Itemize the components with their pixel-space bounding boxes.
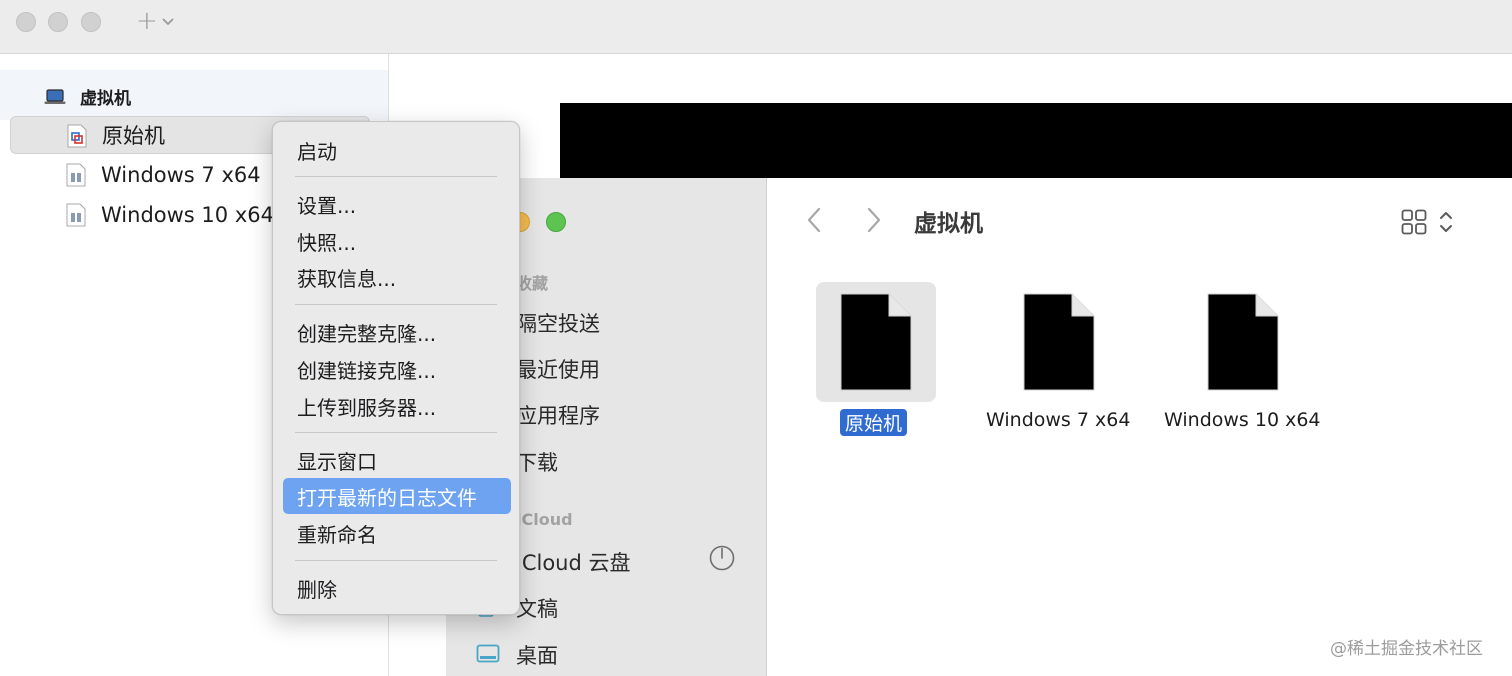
chevron-down-icon [162, 18, 174, 25]
sidebar-item-downloads[interactable]: 下载 [516, 447, 558, 477]
sync-progress-icon [709, 545, 735, 571]
menu-item-upload-to-server[interactable]: 上传到服务器... [283, 388, 511, 424]
menu-item-open-latest-log[interactable]: 打开最新的日志文件 [283, 478, 511, 514]
chevron-left-icon[interactable] [804, 206, 824, 234]
menu-item-linked-clone[interactable]: 创建链接克隆... [283, 351, 511, 387]
library-header[interactable]: 虚拟机 [44, 84, 131, 109]
menu-item-show-window[interactable]: 显示窗口 [283, 442, 511, 478]
laptop-icon [44, 88, 66, 104]
menu-item-full-clone[interactable]: 创建完整克隆... [283, 314, 511, 350]
document-file-icon [840, 293, 912, 391]
sidebar-item-applications[interactable]: 应用程序 [516, 400, 600, 430]
sidebar-item-recents[interactable]: 最近使用 [516, 354, 600, 384]
sidebar-section-icloud: iCloud [516, 510, 573, 529]
finder-zoom-button[interactable] [546, 212, 566, 232]
screen: + 虚拟机 原始机 Windows 7 x64 Windows 10 x64 收… [0, 0, 1512, 676]
close-window-button[interactable] [16, 12, 36, 32]
menu-item-delete[interactable]: 删除 [283, 570, 511, 606]
file-name: Windows 7 x64 [986, 409, 1131, 431]
vm-running-icon [67, 124, 87, 148]
vmware-titlebar: + [0, 0, 1512, 54]
file-item-original-vm[interactable]: 原始机 [816, 282, 936, 442]
file-item-windows-10[interactable]: Windows 10 x64 [1164, 282, 1321, 442]
chevron-up-down-icon[interactable] [1438, 209, 1454, 235]
grid-view-icon[interactable] [1401, 209, 1427, 235]
vm-document-icon [66, 163, 86, 187]
document-file-icon [1207, 293, 1279, 391]
library-header-label: 虚拟机 [80, 89, 131, 109]
menu-separator [295, 176, 497, 177]
menu-item-rename[interactable]: 重新命名 [283, 515, 511, 551]
menu-separator [295, 304, 497, 305]
sidebar-item-airdrop[interactable]: 隔空投送 [516, 308, 600, 338]
watermark: @稀土掘金技术社区 [1330, 639, 1483, 659]
add-vm-button[interactable]: + [136, 6, 174, 36]
vm-document-icon [66, 203, 86, 227]
minimize-window-button[interactable] [48, 12, 68, 32]
finder-folder-title: 虚拟机 [914, 211, 983, 237]
context-menu: 启动 设置... 快照... 获取信息... 创建完整克隆... 创建链接克隆.… [272, 121, 520, 615]
desktop-icon [476, 644, 500, 663]
file-item-windows-7[interactable]: Windows 7 x64 [986, 282, 1130, 442]
file-name: Windows 10 x64 [1164, 409, 1321, 431]
library-item-label: 原始机 [102, 124, 165, 148]
redacted-area [560, 103, 1512, 178]
file-name: 原始机 [840, 409, 908, 436]
menu-item-start[interactable]: 启动 [283, 132, 511, 168]
sidebar-item-desktop[interactable]: 桌面 [516, 640, 558, 670]
menu-item-settings[interactable]: 设置... [283, 186, 511, 222]
menu-item-get-info[interactable]: 获取信息... [283, 259, 511, 295]
finder-window: 收藏 隔空投送 最近使用 应用程序 下载 iCloud iCloud 云盘 文稿… [446, 178, 1512, 676]
sidebar-item-documents[interactable]: 文稿 [516, 593, 558, 623]
chevron-right-icon[interactable] [864, 206, 884, 234]
menu-separator [295, 432, 497, 433]
sidebar-item-icloud-drive[interactable]: iCloud 云盘 [516, 547, 631, 577]
menu-separator [295, 560, 497, 561]
zoom-window-button[interactable] [81, 12, 101, 32]
library-item-label: Windows 7 x64 [101, 163, 261, 187]
plus-icon: + [136, 6, 158, 36]
sidebar-section-favorites: 收藏 [516, 274, 549, 293]
menu-item-snapshots[interactable]: 快照... [283, 223, 511, 259]
library-item-label: Windows 10 x64 [101, 203, 274, 227]
document-file-icon [1023, 293, 1095, 391]
